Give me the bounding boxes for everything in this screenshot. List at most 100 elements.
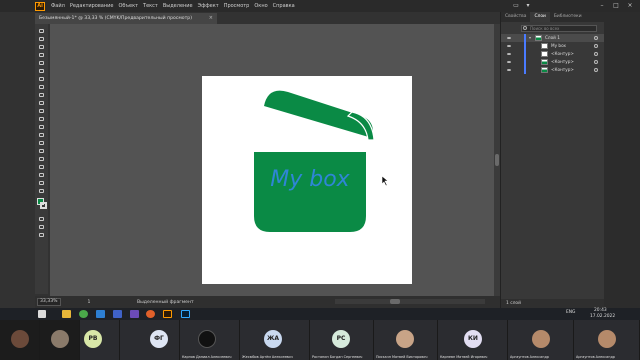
participant-tile[interactable]: КИ Карпевн Матвей Игоревич — [438, 320, 508, 360]
firefox-icon[interactable] — [146, 310, 155, 318]
menu-type[interactable]: Текст — [143, 3, 158, 9]
minimize-icon[interactable]: – — [598, 2, 606, 10]
layer-target-icon[interactable] — [594, 60, 598, 64]
participant-tile[interactable]: РС Ростанин Богдан Сергеевич — [310, 320, 374, 360]
layer-row[interactable]: <Контур> — [501, 58, 604, 66]
shape-builder-tool-icon[interactable] — [38, 148, 45, 154]
artboard-number[interactable]: 1 — [81, 300, 97, 305]
curvature-tool-icon[interactable] — [38, 60, 45, 66]
screen-mode-icon[interactable] — [38, 224, 45, 230]
artboard-tool-icon[interactable] — [38, 172, 45, 178]
layer-target-icon[interactable] — [594, 36, 598, 40]
taskbar-app-icon[interactable] — [96, 310, 105, 318]
participant-tile[interactable] — [0, 320, 40, 360]
selection-tool-icon[interactable] — [38, 28, 45, 34]
menu-edit[interactable]: Редактирование — [70, 3, 114, 9]
menu-select[interactable]: Выделение — [163, 3, 193, 9]
canvas-area[interactable]: My box — [50, 24, 495, 296]
width-tool-icon[interactable] — [38, 132, 45, 138]
file-explorer-icon[interactable] — [62, 310, 71, 318]
visibility-eye-icon[interactable] — [507, 61, 511, 63]
hand-tool-icon[interactable] — [38, 180, 45, 186]
visibility-eye-icon[interactable] — [507, 53, 511, 55]
document-tab[interactable]: Безымянный-1* @ 33,33 % (CMYK/Предварите… — [35, 13, 217, 24]
paintbrush-tool-icon[interactable] — [38, 92, 45, 98]
expand-arrow-icon[interactable]: ▾ — [529, 34, 531, 42]
layer-row[interactable]: My box — [501, 42, 604, 50]
layer-row[interactable]: <Контур> — [501, 66, 604, 74]
zoom-tool-icon[interactable] — [38, 188, 45, 194]
stroke-color-swatch[interactable] — [40, 202, 47, 209]
clock-date[interactable]: 17.02.2022 — [590, 314, 615, 319]
menu-file[interactable]: Файл — [51, 3, 65, 9]
layer-color-bar — [524, 66, 526, 74]
eraser-tool-icon[interactable] — [38, 108, 45, 114]
free-transform-tool-icon[interactable] — [38, 140, 45, 146]
scale-tool-icon[interactable] — [38, 124, 45, 130]
horizontal-scroll-thumb[interactable] — [390, 299, 400, 304]
participant-tile[interactable]: Пискачн Матвей Викторович — [374, 320, 438, 360]
layer-target-icon[interactable] — [594, 52, 598, 56]
workspace-icon[interactable]: ▭ — [512, 2, 520, 10]
participant-tile[interactable]: ФГ — [120, 320, 180, 360]
draw-mode-icon[interactable] — [38, 216, 45, 222]
layer-row[interactable]: ▾ Слой 1 — [501, 34, 604, 42]
menu-view[interactable]: Просмотр — [224, 3, 250, 9]
magic-wand-tool-icon[interactable] — [38, 44, 45, 50]
participant-tile[interactable]: Аргаунтов Александр — [574, 320, 640, 360]
tab-properties[interactable]: Свойства — [501, 12, 530, 22]
pen-tool-icon[interactable] — [38, 52, 45, 58]
close-window-icon[interactable]: × — [626, 2, 634, 10]
layer-name[interactable]: Слой 1 — [545, 34, 560, 42]
participant-tile[interactable]: ЖА Жесюбов Артём Алексеевич — [240, 320, 310, 360]
box-body-path[interactable] — [254, 152, 366, 232]
horizontal-scrollbar[interactable] — [335, 299, 485, 304]
menu-window[interactable]: Окно — [254, 3, 267, 9]
menu-help[interactable]: Справка — [273, 3, 295, 9]
taskbar-app-icon[interactable] — [113, 310, 122, 318]
box-text[interactable]: My box — [270, 167, 350, 192]
illustrator-taskbar-icon[interactable] — [163, 310, 172, 318]
maximize-icon[interactable]: □ — [612, 2, 620, 10]
edit-toolbar-icon[interactable] — [38, 232, 45, 238]
visibility-eye-icon[interactable] — [507, 45, 511, 47]
layers-search-input[interactable]: Поиск во всех — [521, 25, 597, 32]
visibility-eye-icon[interactable] — [507, 69, 511, 71]
participant-tile[interactable]: Аргаунтов Александр — [508, 320, 574, 360]
menu-effect[interactable]: Эффект — [198, 3, 219, 9]
direct-selection-tool-icon[interactable] — [38, 36, 45, 42]
layer-name[interactable]: <Контур> — [551, 58, 574, 66]
layer-name[interactable]: <Контур> — [551, 50, 574, 58]
participant-tile[interactable]: РВ — [80, 320, 120, 360]
participant-tile[interactable] — [40, 320, 80, 360]
participant-tile[interactable]: Карпов Даниил Алексеевич — [180, 320, 240, 360]
tab-layers[interactable]: Слои — [530, 12, 550, 22]
layer-name[interactable]: <Контур> — [551, 66, 574, 74]
my-box-artwork[interactable]: My box — [202, 76, 412, 284]
taskbar-app-icon[interactable] — [130, 310, 139, 318]
pencil-tool-icon[interactable] — [38, 100, 45, 106]
layer-name[interactable]: My box — [551, 42, 566, 50]
arrange-icon[interactable]: ▾ — [524, 2, 532, 10]
artboard[interactable]: My box — [202, 76, 412, 284]
visibility-eye-icon[interactable] — [507, 37, 511, 39]
tab-libraries[interactable]: Библиотеки — [550, 12, 586, 22]
rectangle-tool-icon[interactable] — [38, 84, 45, 90]
photoshop-taskbar-icon[interactable] — [181, 310, 190, 318]
line-tool-icon[interactable] — [38, 76, 45, 82]
chrome-icon[interactable] — [79, 310, 88, 318]
eyedropper-tool-icon[interactable] — [38, 164, 45, 170]
close-tab-icon[interactable]: × — [209, 13, 213, 24]
vertical-scroll-thumb[interactable] — [495, 154, 499, 166]
windows-start-icon[interactable] — [38, 310, 46, 318]
rotate-tool-icon[interactable] — [38, 116, 45, 122]
zoom-level-field[interactable]: 33,33% — [37, 298, 61, 306]
language-indicator[interactable]: ENG — [566, 310, 575, 315]
layer-target-icon[interactable] — [594, 44, 598, 48]
layer-target-icon[interactable] — [594, 68, 598, 72]
layer-row[interactable]: <Контур> — [501, 50, 604, 58]
clock-time[interactable]: 20:43 — [594, 308, 607, 313]
gradient-tool-icon[interactable] — [38, 156, 45, 162]
menu-object[interactable]: Объект — [118, 3, 138, 9]
type-tool-icon[interactable] — [38, 68, 45, 74]
